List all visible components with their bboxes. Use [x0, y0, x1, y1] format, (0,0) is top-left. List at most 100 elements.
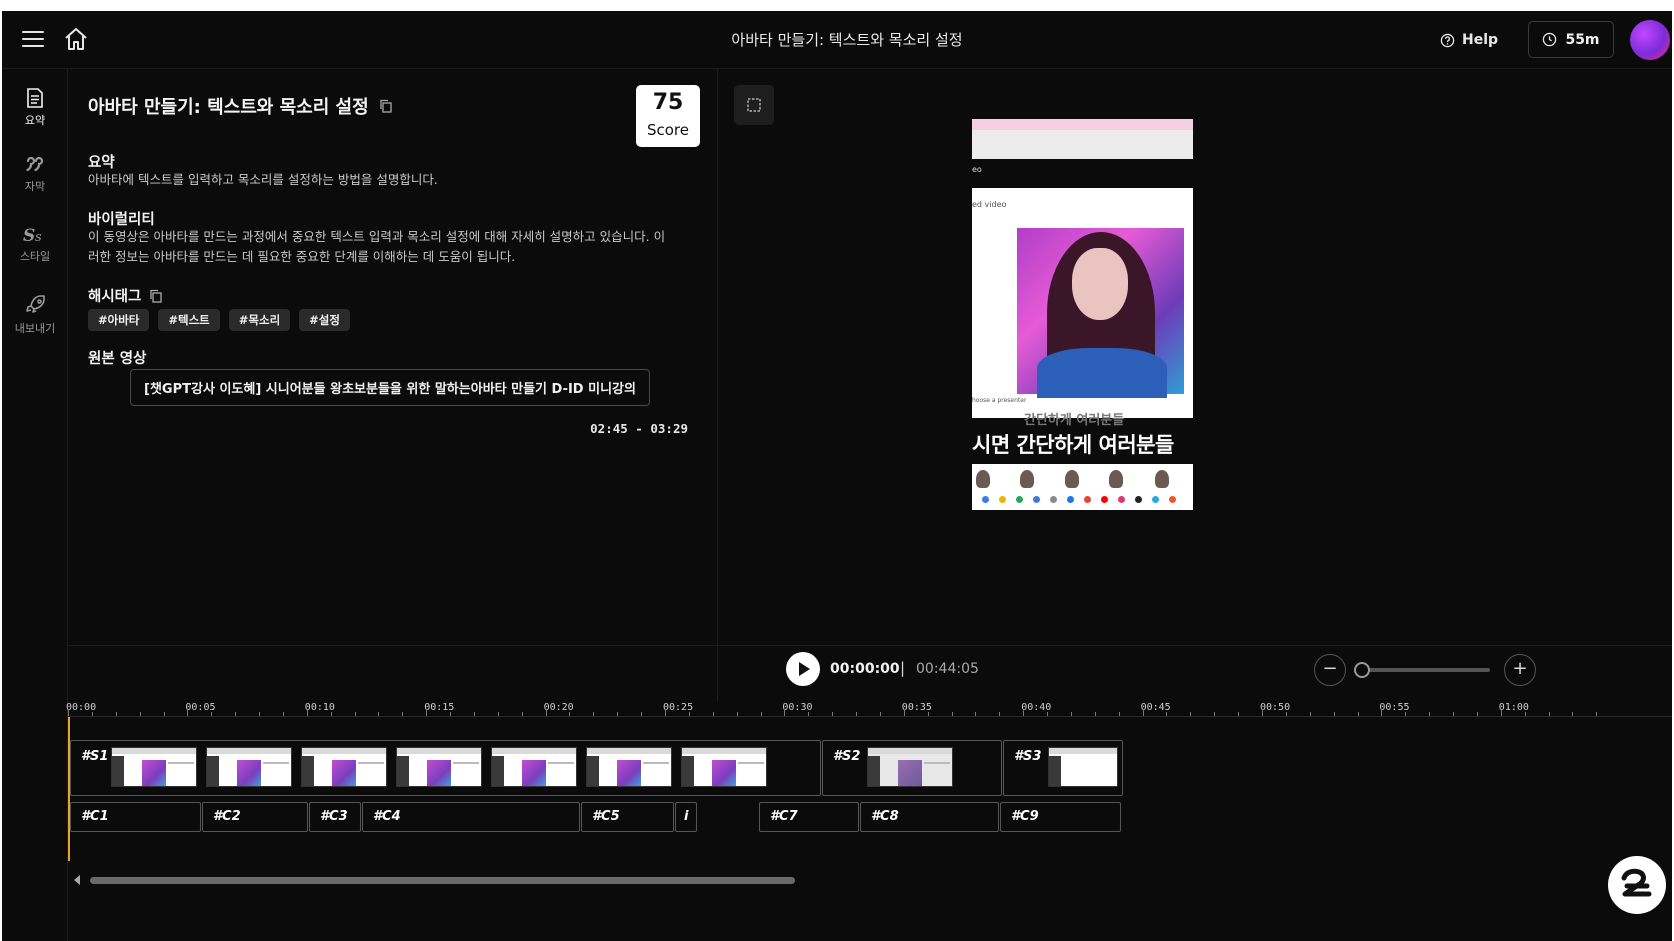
current-time: 00:00:00 [830, 661, 900, 677]
clip-block[interactable]: #C3 [309, 802, 361, 832]
scroll-left-icon[interactable] [74, 875, 80, 885]
ruler-tick [211, 712, 213, 716]
virality-heading: 바이럴리티 [88, 212, 155, 228]
help-label: Help [1462, 32, 1499, 48]
ruler-tick [1548, 712, 1550, 716]
ruler-tick [91, 712, 93, 716]
ruler-tick [1094, 712, 1096, 716]
ruler-tick [688, 712, 690, 716]
zoom-slider[interactable] [1354, 662, 1490, 678]
timeline-ruler[interactable]: 00:00 00:05 00:10 00:15 00:20 00:25 00:30 00:35… [66, 695, 1672, 717]
hashtag-chip[interactable]: #설정 [299, 309, 350, 331]
score-badge: 75 Score [636, 85, 700, 147]
ruler-tick [1047, 712, 1049, 716]
ruler-tick [1214, 712, 1216, 716]
fullscreen-icon [747, 98, 761, 112]
scene-block[interactable]: #S3 [1003, 740, 1123, 796]
brand-logo-icon[interactable] [1608, 856, 1666, 914]
ruler-tick [259, 712, 261, 716]
avatar-portrait-image [1017, 228, 1184, 398]
timeline-scrollbar[interactable] [68, 873, 1672, 887]
svg-text:S: S [23, 226, 35, 245]
ruler-tick [879, 712, 881, 716]
clip-label: #C4 [373, 809, 401, 824]
scene-label: #S3 [1014, 749, 1042, 764]
scene-block[interactable]: #S2 [822, 740, 1002, 796]
rail-label: 자막 [24, 180, 46, 193]
credit-time-button[interactable]: 55m [1528, 21, 1614, 58]
scene-label: #S1 [81, 749, 109, 764]
rail-label: 요약 [24, 114, 46, 127]
rail-item-export[interactable]: 내보내기 [2, 293, 68, 336]
ruler-tick [1596, 712, 1598, 716]
hashtag-chip[interactable]: #아바타 [88, 309, 150, 331]
clip-label: #C7 [770, 809, 798, 824]
zoom-slider-knob[interactable] [1354, 662, 1370, 678]
clip-block[interactable]: #C7 [759, 802, 859, 832]
clip-block[interactable]: #C2 [202, 802, 308, 832]
rail-label: 스타일 [19, 250, 51, 263]
caption-overlay: 간단하게 여러분들 [1024, 413, 1125, 428]
hashtag-chip[interactable]: #목소리 [228, 309, 291, 331]
ruler-tick [808, 712, 810, 716]
clip-block[interactable]: #C9 [1000, 802, 1121, 832]
ruler-tick [975, 712, 977, 716]
hashtag-heading: 해시태그 [88, 289, 142, 305]
scene-thumbnail [301, 747, 387, 787]
ruler-tick [521, 712, 523, 716]
original-video-link[interactable]: [챗GPT강사 이도혜] 시니어분들 왕초보분들을 위한 말하는아바타 만들기 … [130, 369, 650, 406]
ruler-tick [1476, 712, 1478, 716]
clip-block[interactable]: i [675, 802, 697, 832]
clip-block[interactable]: #C1 [70, 802, 201, 832]
clip-label: #C1 [81, 809, 109, 824]
ruler-tick [736, 712, 738, 716]
zoom-out-button[interactable]: − [1314, 654, 1346, 686]
copy-icon[interactable] [379, 99, 393, 113]
ruler-tick [163, 712, 165, 716]
ruler-tick [641, 712, 643, 716]
ruler-tick [1309, 712, 1311, 716]
scene-block[interactable]: #S1 [70, 740, 821, 796]
clip-block[interactable]: #C5 [581, 802, 674, 832]
clip-label: #C8 [871, 809, 899, 824]
video-preview[interactable]: eo ed video hoose a presenter 간단하게 여러분들 … [972, 119, 1193, 510]
scene-thumbnail [206, 747, 292, 787]
ruler-tick [832, 712, 834, 716]
preview-small-text: ed video [972, 200, 1007, 209]
ruler-tick [497, 712, 499, 716]
summary-title: 아바타 만들기: 텍스트와 목소리 설정 [88, 97, 369, 118]
fullscreen-button[interactable] [734, 85, 774, 125]
clip-block[interactable]: #C4 [362, 802, 580, 832]
ruler-tick [115, 712, 117, 716]
avatar[interactable] [1630, 20, 1670, 60]
preview-small-text: hoose a presenter [972, 397, 1027, 404]
rail-item-style[interactable]: Ss 스타일 [2, 225, 68, 264]
rail-label: 내보내기 [14, 322, 56, 335]
rail-item-summary[interactable]: 요약 [2, 87, 68, 128]
ruler-tick [402, 712, 404, 716]
ruler-tick [306, 709, 308, 716]
scene-label: #S2 [833, 749, 861, 764]
document-icon [27, 88, 43, 108]
zoom-in-button[interactable]: + [1504, 654, 1536, 686]
play-button[interactable] [786, 652, 820, 686]
ruler-tick [1357, 712, 1359, 716]
ruler-tick [665, 709, 666, 716]
scene-thumbnail [491, 747, 577, 787]
time-label: 55m [1565, 31, 1600, 48]
clip-block[interactable]: #C8 [860, 802, 999, 832]
ruler-tick [903, 709, 905, 716]
scene-thumbnail [396, 747, 482, 787]
preview-small-text: eo [972, 165, 982, 174]
duration-time: 00:44:05 [916, 661, 979, 677]
help-button[interactable]: Help [1440, 28, 1498, 52]
rail-item-subtitles[interactable]: 자막 [2, 157, 68, 194]
ruler-tick [1285, 712, 1287, 716]
summary-text: 아바타에 텍스트를 입력하고 목소리를 설정하는 방법을 설명합니다. [88, 172, 438, 187]
ruler-tick [593, 712, 595, 716]
summary-heading: 요약 [88, 155, 115, 171]
copy-icon[interactable] [149, 289, 163, 303]
hashtag-chip[interactable]: #텍스트 [158, 309, 220, 331]
scrollbar-thumb[interactable] [90, 877, 795, 884]
scene-thumbnail [586, 747, 672, 787]
